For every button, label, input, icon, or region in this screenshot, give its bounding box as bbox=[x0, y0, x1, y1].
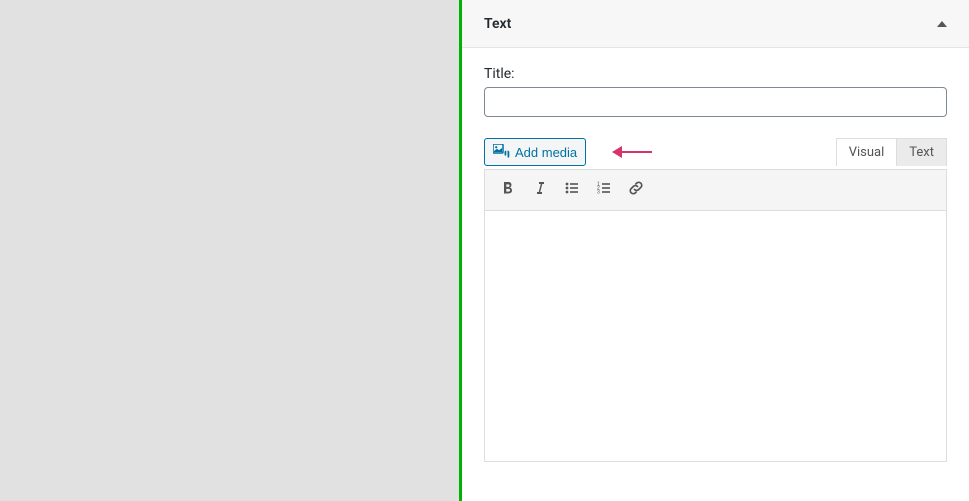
media-tabs-row: Add media Visual Text bbox=[484, 135, 947, 169]
main-layout: Text Title: Add media bbox=[0, 0, 969, 501]
tab-visual[interactable]: Visual bbox=[837, 139, 898, 166]
bold-icon bbox=[500, 180, 516, 200]
editor-textarea[interactable] bbox=[485, 211, 946, 461]
widget-header[interactable]: Text bbox=[462, 0, 969, 48]
title-input[interactable] bbox=[484, 87, 947, 117]
editor-toolbar: 123 bbox=[485, 170, 946, 211]
widget-body: Title: Add media bbox=[462, 48, 969, 480]
tab-text[interactable]: Text bbox=[897, 139, 946, 166]
numbered-list-button[interactable]: 123 bbox=[589, 176, 619, 204]
title-label: Title: bbox=[484, 66, 947, 82]
numbered-list-icon: 123 bbox=[596, 180, 612, 200]
bold-button[interactable] bbox=[493, 176, 523, 204]
widget-title: Text bbox=[484, 16, 511, 32]
annotation-arrow-icon bbox=[612, 143, 652, 161]
editor-mode-tabs: Visual Text bbox=[836, 138, 947, 166]
italic-icon bbox=[532, 180, 548, 200]
preview-pane bbox=[0, 0, 459, 501]
svg-text:3: 3 bbox=[597, 190, 600, 196]
widget-settings-pane: Text Title: Add media bbox=[462, 0, 969, 501]
add-media-button[interactable]: Add media bbox=[484, 138, 586, 166]
editor-box: 123 bbox=[484, 169, 947, 462]
bullet-list-button[interactable] bbox=[557, 176, 587, 204]
italic-button[interactable] bbox=[525, 176, 555, 204]
collapse-up-icon bbox=[937, 21, 947, 27]
link-icon bbox=[627, 179, 645, 201]
media-icon bbox=[493, 144, 511, 160]
add-media-label: Add media bbox=[515, 145, 577, 160]
link-button[interactable] bbox=[621, 176, 651, 204]
bullet-list-icon bbox=[564, 180, 580, 200]
